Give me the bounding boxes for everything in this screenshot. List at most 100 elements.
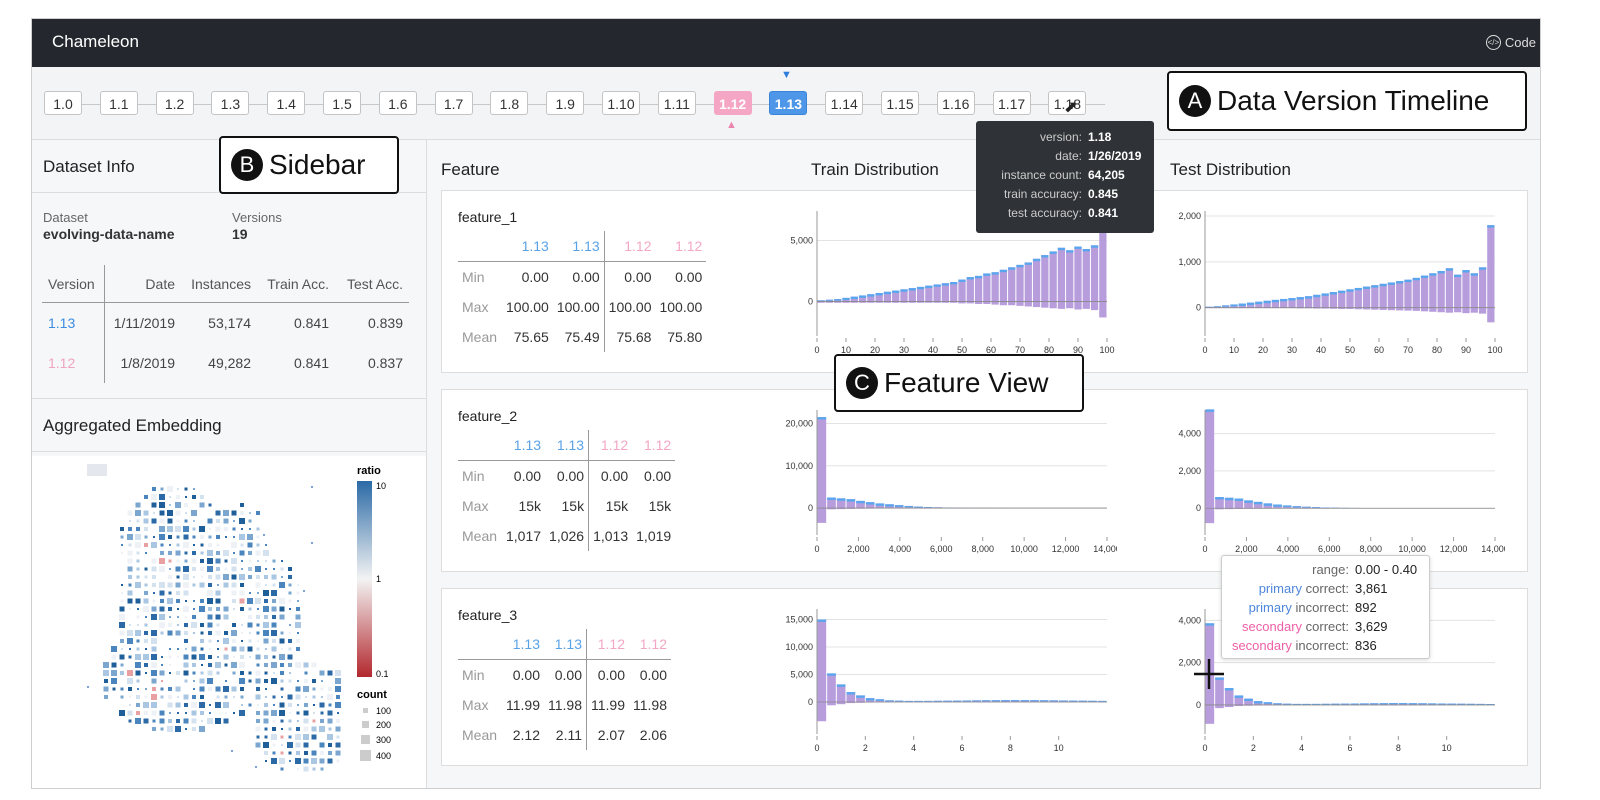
embedding-point — [265, 560, 267, 562]
embedding-point — [200, 671, 204, 675]
embedding-point — [208, 543, 212, 547]
train-distribution-chart[interactable]: 15,000 10,000 5,000 0 0 2 4 6 8 10 — [772, 599, 1117, 759]
train-column-header: Train Distribution — [811, 160, 939, 179]
embedding-point — [185, 728, 187, 730]
x-tick-label: 12,000 — [1440, 544, 1468, 554]
count-label: count — [357, 689, 387, 701]
bar-negative — [1412, 307, 1420, 311]
embedding-point — [288, 583, 292, 587]
stats-row: Mean 1,017 1,026 1,013 1,019 — [458, 521, 675, 551]
code-link[interactable]: </> Code — [1485, 35, 1536, 50]
tooltip-value: 64,205 — [1088, 168, 1125, 182]
version-button-1.15[interactable]: 1.15 — [881, 91, 919, 115]
version-button-1.9[interactable]: 1.9 — [546, 91, 585, 115]
embedding-point — [167, 702, 173, 708]
version-button-1.3[interactable]: 1.3 — [211, 91, 250, 115]
embedding-point — [199, 502, 205, 508]
version-button-1.2[interactable]: 1.2 — [155, 91, 194, 115]
embedding-point — [328, 703, 332, 707]
version-button-1.6[interactable]: 1.6 — [378, 91, 417, 115]
embedding-point — [191, 702, 197, 708]
embedding-point — [280, 751, 284, 755]
version-button-1.16[interactable]: 1.16 — [936, 91, 975, 115]
version-button-1.4[interactable]: 1.4 — [267, 91, 306, 115]
embedding-point — [184, 559, 188, 563]
embedding-point — [144, 543, 148, 547]
version-button-1.11[interactable]: 1.11 — [657, 91, 696, 115]
embedding-point — [120, 535, 124, 539]
version-button-1.7[interactable]: 1.7 — [434, 91, 473, 115]
embedding-point — [247, 542, 253, 548]
embedding-plot[interactable]: ratio 10 1 0.1 count 100 200 300 400 — [32, 456, 426, 788]
bar-cap — [1205, 409, 1215, 412]
col-train-acc: Train Acc. — [257, 265, 335, 303]
embedding-point — [87, 464, 107, 476]
test-distribution-chart[interactable]: 4,000 2,000 0 0 2,000 4,000 6,000 8,000 10,000 12… — [1160, 400, 1505, 560]
bar — [1362, 286, 1371, 308]
embedding-point — [199, 702, 205, 708]
table-row[interactable]: 1.13 1/11/2019 53,174 0.841 0.839 — [42, 302, 409, 343]
version-button-1.17[interactable]: 1.17 — [992, 91, 1031, 115]
test-column-header: Test Distribution — [1170, 160, 1291, 179]
embedding-point — [257, 608, 259, 610]
embedding-point — [127, 566, 133, 572]
table-row[interactable]: 1.12 1/8/2019 49,282 0.841 0.837 — [42, 343, 409, 383]
embedding-panel[interactable]: ratio 10 1 0.1 count 100 200 300 400 — [32, 456, 426, 788]
bar-cap — [1271, 299, 1280, 303]
embedding-point — [265, 544, 267, 546]
y-tick-label: 5,000 — [790, 235, 813, 245]
embedding-point — [272, 599, 276, 603]
embedding-point — [104, 679, 108, 683]
embedding-point — [216, 543, 220, 547]
versions-count: 19 — [232, 226, 248, 242]
embedding-point — [303, 662, 309, 668]
embedding-point — [257, 640, 259, 642]
embedding-point — [280, 671, 284, 675]
bar-cap — [885, 700, 894, 702]
embedding-point — [169, 672, 171, 674]
embedding-point — [248, 607, 252, 611]
embedding-point — [288, 663, 292, 667]
version-button-1.1[interactable]: 1.1 — [99, 91, 138, 115]
embedding-point — [191, 622, 197, 628]
versions-table: Version Date Instances Train Acc. Test A… — [42, 265, 409, 383]
bar — [1346, 289, 1354, 308]
bar-cap — [1360, 703, 1369, 705]
count-swatch — [363, 708, 368, 713]
embedding-point — [192, 727, 196, 731]
embedding-point — [297, 768, 299, 770]
version-button-1.8[interactable]: 1.8 — [490, 91, 529, 115]
version-button-1.10[interactable]: 1.10 — [602, 91, 640, 115]
embedding-point — [159, 710, 165, 716]
bar — [1487, 225, 1495, 308]
embedding-point — [223, 654, 229, 660]
version-button-1.13[interactable]: 1.13 — [769, 91, 808, 115]
embedding-point — [311, 726, 317, 732]
embedding-point — [167, 486, 173, 492]
embedding-point — [199, 606, 205, 612]
embedding-point — [175, 550, 181, 556]
embedding-point — [256, 527, 260, 531]
version-button-1.5[interactable]: 1.5 — [323, 91, 361, 115]
embedding-point — [224, 695, 228, 699]
test-distribution-chart[interactable]: 2,000 1,000 0 0 10 20 30 40 50 60 70 80 90 100 — [1160, 201, 1505, 361]
version-button-1.0[interactable]: 1.0 — [44, 91, 82, 115]
embedding-point — [256, 543, 260, 547]
bar-negative — [1470, 307, 1478, 313]
embedding-point — [200, 567, 204, 571]
stats-value: 100.00 — [603, 292, 656, 322]
version-button-1.14[interactable]: 1.14 — [825, 91, 864, 115]
embedding-point — [223, 582, 229, 588]
embedding-point — [111, 662, 117, 668]
bar-cap — [1253, 501, 1263, 505]
embedding-point — [231, 558, 237, 564]
bar-negative — [1205, 508, 1215, 524]
embedding-point — [160, 487, 164, 491]
bar — [1371, 285, 1379, 308]
embedding-point — [120, 663, 124, 667]
train-distribution-chart[interactable]: 20,000 10,000 0 0 2,000 4,000 6,000 8,000 10,000… — [772, 400, 1117, 560]
version-button-1.12[interactable]: 1.12 — [713, 91, 752, 115]
embedding-point — [168, 655, 172, 659]
feature-card: feature_2 1.13 1.13 1.12 1.12 Min 0.00 0.00 0.00… — [441, 389, 1528, 572]
bar-cap — [1437, 703, 1447, 705]
